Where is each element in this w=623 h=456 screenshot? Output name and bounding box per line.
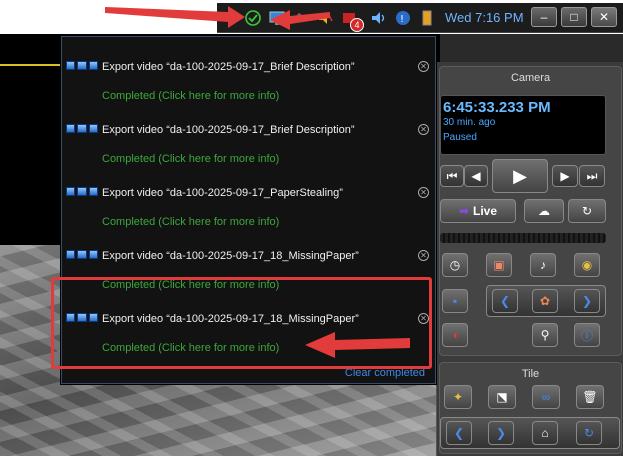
close-button[interactable]: ✕ (591, 7, 617, 27)
tile-binoculars-button[interactable]: ∞ (532, 385, 560, 409)
taskbar-clock[interactable]: Wed 7:16 PM (445, 10, 524, 25)
network-icon[interactable]: ! (395, 10, 411, 26)
video-export-icon (66, 187, 98, 196)
audio-button[interactable]: ♪ (530, 253, 556, 277)
loop-button[interactable]: ↻ (568, 199, 606, 223)
camera-info-screen: 6:45:33.233 PM 30 min. ago Paused (440, 95, 606, 155)
volume-icon[interactable] (371, 10, 387, 26)
notification-title: Export video “da-100-2025-09-17_Brief De… (102, 61, 355, 73)
close-icon[interactable]: ✕ (418, 124, 429, 135)
svg-text:!: ! (400, 14, 404, 25)
ptz-right-button[interactable]: ❯ (574, 289, 600, 313)
notification-title: Export video “da-100-2025-09-17_PaperSte… (102, 187, 343, 199)
camera-section: Camera 6:45:33.233 PM 30 min. ago Paused… (439, 66, 622, 356)
tile-layout-button[interactable]: ✦ (444, 385, 472, 409)
skip-back-button[interactable]: ⏮ (440, 165, 464, 187)
shield-icon[interactable]: 4 (341, 10, 364, 32)
video-export-icon (66, 250, 98, 259)
bookmark-button[interactable]: ☁ (524, 199, 564, 223)
maximize-button[interactable]: □ (561, 7, 587, 27)
notification-item[interactable]: Export video “da-100-2025-09-17_PaperSte… (62, 170, 435, 230)
close-icon[interactable]: ✕ (418, 61, 429, 72)
feed-dark-area (0, 64, 61, 245)
timeline-slider[interactable] (440, 233, 606, 243)
close-icon[interactable]: ✕ (418, 250, 429, 261)
play-button[interactable]: ▶ (492, 159, 548, 193)
tile-refresh-button[interactable]: ↻ (576, 421, 602, 445)
close-icon[interactable]: ✕ (418, 187, 429, 198)
step-back-button[interactable]: ◀ (464, 165, 488, 187)
notification-count-badge: 4 (350, 17, 364, 32)
tile-next-button[interactable]: ❯ (488, 421, 514, 445)
camera-state: Paused (443, 132, 477, 143)
control-panel: Camera 6:45:33.233 PM 30 min. ago Paused… (436, 62, 623, 456)
speaker-mute-icon[interactable] (317, 10, 333, 26)
notification-status-link[interactable]: Completed (Click here for more info) (102, 153, 279, 165)
ptz-left-button[interactable]: ❮ (492, 289, 518, 313)
skip-forward-button[interactable]: ⏭ (579, 165, 605, 187)
video-export-icon (66, 124, 98, 133)
notification-title: Export video “da-100-2025-09-17_18_Missi… (102, 250, 359, 262)
tool-icon[interactable]: ✎ (293, 10, 309, 26)
check-circle-icon[interactable] (245, 9, 261, 26)
snapshot-button[interactable]: ▣ (486, 253, 512, 277)
ptz-home-button[interactable]: ✿ (532, 289, 558, 313)
notification-item[interactable]: Export video “da-100-2025-09-17_Brief De… (62, 107, 435, 167)
record-button[interactable]: ◖ (442, 323, 468, 347)
highlight-box (51, 277, 432, 369)
battery-icon[interactable] (419, 10, 435, 26)
video-export-icon (66, 61, 98, 70)
tile-section: Tile ✦ ⬔ ∞ 🗑 ❮ ❯ ⌂ ↻ (439, 362, 622, 454)
zoom-button[interactable]: ⚲ (532, 323, 558, 347)
system-taskbar: ↗ ✎ 4 ! Wed 7:16 PM – □ ✕ (217, 3, 623, 33)
tile-section-title: Tile (521, 368, 540, 380)
tile-trash-button[interactable]: 🗑 (576, 385, 604, 409)
tile-prev-button[interactable]: ❮ (446, 421, 472, 445)
live-label: Live (473, 204, 498, 218)
tray-arrow-icon[interactable]: ↗ (221, 10, 237, 26)
notification-status-link[interactable]: Completed (Click here for more info) (102, 216, 279, 228)
live-arrow-icon: ➡ (458, 204, 470, 218)
minimize-button[interactable]: – (531, 7, 557, 27)
step-forward-button[interactable]: ▶ (552, 165, 578, 187)
live-button[interactable]: ➡ Live (440, 199, 516, 223)
notification-status-link[interactable]: Completed (Click here for more info) (102, 90, 279, 102)
frame-button[interactable]: ▪ (442, 289, 468, 313)
window-controls: – □ ✕ (531, 7, 617, 27)
tile-home-button[interactable]: ⌂ (532, 421, 558, 445)
tile-fullscreen-button[interactable]: ⬔ (488, 385, 516, 409)
disc-button[interactable]: ◉ (574, 253, 600, 277)
notification-item[interactable]: Export video “da-100-2025-09-17_Brief De… (62, 44, 435, 104)
camera-section-title: Camera (510, 72, 551, 84)
clock-button[interactable]: ◷ (442, 253, 468, 277)
camera-time: 6:45:33.233 PM (443, 99, 551, 116)
info-button[interactable]: ⓘ (574, 323, 600, 347)
camera-ago: 30 min. ago (443, 117, 496, 128)
notification-title: Export video “da-100-2025-09-17_Brief De… (102, 124, 355, 136)
monitor-icon[interactable] (269, 10, 285, 26)
